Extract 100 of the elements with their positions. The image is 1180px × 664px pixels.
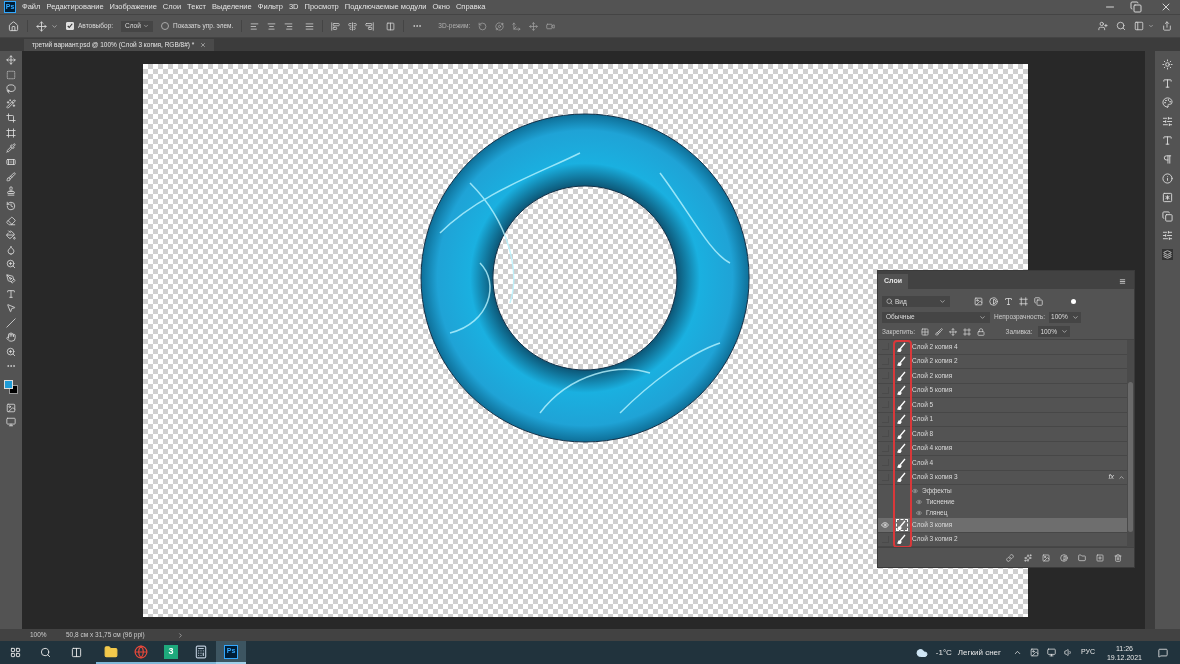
brush-thumbnail-icon [897, 356, 907, 367]
filter-toggle-icon[interactable] [1071, 299, 1076, 304]
align-right-icon[interactable] [284, 21, 294, 31]
notifications-icon[interactable] [1158, 647, 1168, 658]
chevron-up-icon[interactable] [1012, 648, 1022, 657]
brush-thumbnail-icon [897, 370, 907, 381]
eye-icon[interactable] [916, 498, 922, 505]
brush-icon[interactable] [6, 171, 16, 182]
pointer-icon[interactable] [6, 303, 16, 314]
chevron-down-icon [939, 298, 946, 305]
screen-mode-icon[interactable] [6, 417, 16, 428]
palette-icon[interactable] [1162, 97, 1173, 108]
history-brush-icon[interactable] [6, 200, 16, 211]
wand-icon[interactable] [6, 98, 16, 109]
align-center-icon[interactable] [267, 21, 277, 31]
close-icon[interactable] [200, 42, 207, 48]
effects-icon[interactable] [1024, 553, 1032, 562]
adjustment-icon[interactable] [1060, 553, 1068, 562]
paragraph-icon[interactable] [1162, 154, 1173, 165]
new-layer-icon[interactable] [1096, 553, 1104, 562]
orbit-icon[interactable] [495, 21, 505, 31]
glyph-icon[interactable] [1162, 78, 1173, 89]
align-left-icon[interactable] [250, 21, 260, 31]
eyedropper-icon[interactable] [6, 142, 16, 153]
lock-pixels-icon[interactable] [920, 327, 929, 336]
folder-icon[interactable] [1078, 553, 1086, 562]
share-icon[interactable] [1162, 21, 1172, 31]
lock-brush-icon[interactable] [934, 327, 943, 336]
mask-icon[interactable] [1042, 553, 1050, 562]
brush-thumbnail-icon [897, 414, 907, 425]
move-icon[interactable] [6, 55, 16, 65]
align-middle-icon[interactable] [348, 21, 358, 31]
distribute-vertical-icon[interactable] [386, 21, 396, 31]
sun-icon[interactable] [1162, 59, 1173, 70]
volume-icon[interactable] [1063, 648, 1073, 657]
eraser-icon[interactable] [6, 215, 16, 226]
checkbox[interactable] [66, 22, 74, 30]
pan-icon[interactable] [512, 21, 522, 31]
cloud-icon [915, 646, 928, 659]
stamp-icon[interactable] [6, 186, 16, 197]
align-bottom-icon[interactable] [365, 21, 375, 31]
hand-icon[interactable] [6, 332, 16, 343]
align-top-icon[interactable] [331, 21, 341, 31]
image-filter-icon[interactable] [974, 297, 983, 306]
clone-source-icon[interactable] [1162, 211, 1173, 222]
rotate-icon[interactable] [478, 21, 488, 31]
workspace-icon[interactable] [1134, 21, 1144, 31]
home-icon[interactable] [8, 20, 19, 32]
dashed-square-icon[interactable] [6, 69, 16, 80]
shape-filter-icon[interactable] [1019, 297, 1028, 306]
lock-icon[interactable] [976, 327, 985, 336]
chevron-down-icon[interactable] [51, 22, 58, 30]
network-icon[interactable] [1046, 648, 1056, 657]
chevron-down-icon[interactable] [1148, 23, 1154, 29]
eye-icon[interactable] [878, 520, 892, 529]
lasso-icon[interactable] [6, 84, 16, 95]
brush-thumbnail-icon [897, 341, 907, 352]
folder-icon [104, 644, 118, 659]
character-icon[interactable] [1162, 135, 1173, 146]
droplet-icon[interactable] [6, 244, 16, 255]
adjustment-filter-icon[interactable] [989, 297, 998, 306]
search-icon[interactable] [40, 647, 51, 658]
search-icon[interactable] [1116, 21, 1126, 31]
chevron-up-icon[interactable] [1118, 473, 1125, 481]
panel-menu-icon[interactable] [1119, 278, 1126, 285]
zoom-icon[interactable] [6, 346, 16, 357]
lock-position-icon[interactable] [948, 327, 957, 336]
smart-object-filter-icon[interactable] [1034, 297, 1043, 306]
eye-icon[interactable] [916, 509, 922, 516]
task-view-icon[interactable] [71, 647, 82, 658]
scrollbar[interactable] [1127, 340, 1134, 547]
layers-icon[interactable] [1162, 249, 1173, 260]
eye-icon[interactable] [912, 487, 918, 494]
paint-bucket-icon[interactable] [6, 230, 16, 241]
sliders-icon[interactable] [1162, 116, 1173, 127]
crop-icon[interactable] [6, 113, 16, 124]
close-icon[interactable] [1160, 1, 1172, 13]
chevron-right-icon[interactable] [176, 631, 184, 639]
frame-icon[interactable] [6, 127, 16, 138]
user-add-icon[interactable] [1098, 21, 1108, 31]
type-filter-icon[interactable] [1004, 297, 1013, 306]
distribute-icon[interactable] [305, 21, 315, 31]
line-icon[interactable] [6, 317, 16, 328]
tray-app-icon[interactable] [1029, 648, 1039, 657]
brush-thumbnail-icon [897, 472, 907, 483]
restore-icon[interactable] [1130, 1, 1142, 13]
bandage-icon[interactable] [6, 157, 16, 168]
info-icon[interactable] [1162, 173, 1173, 184]
pen-icon[interactable] [6, 273, 16, 284]
camera-icon[interactable] [546, 21, 556, 31]
link-icon[interactable] [1006, 553, 1014, 562]
move-icon[interactable] [36, 20, 47, 32]
brush-thumbnail-icon [897, 399, 907, 410]
foreground-color-swatch[interactable] [4, 380, 13, 390]
quick-mask-icon[interactable] [6, 402, 16, 413]
type-icon[interactable] [6, 288, 16, 299]
calculator-icon [194, 644, 208, 659]
check-icon [67, 23, 73, 29]
trash-icon[interactable] [1114, 553, 1122, 562]
properties-icon[interactable] [1162, 230, 1173, 241]
